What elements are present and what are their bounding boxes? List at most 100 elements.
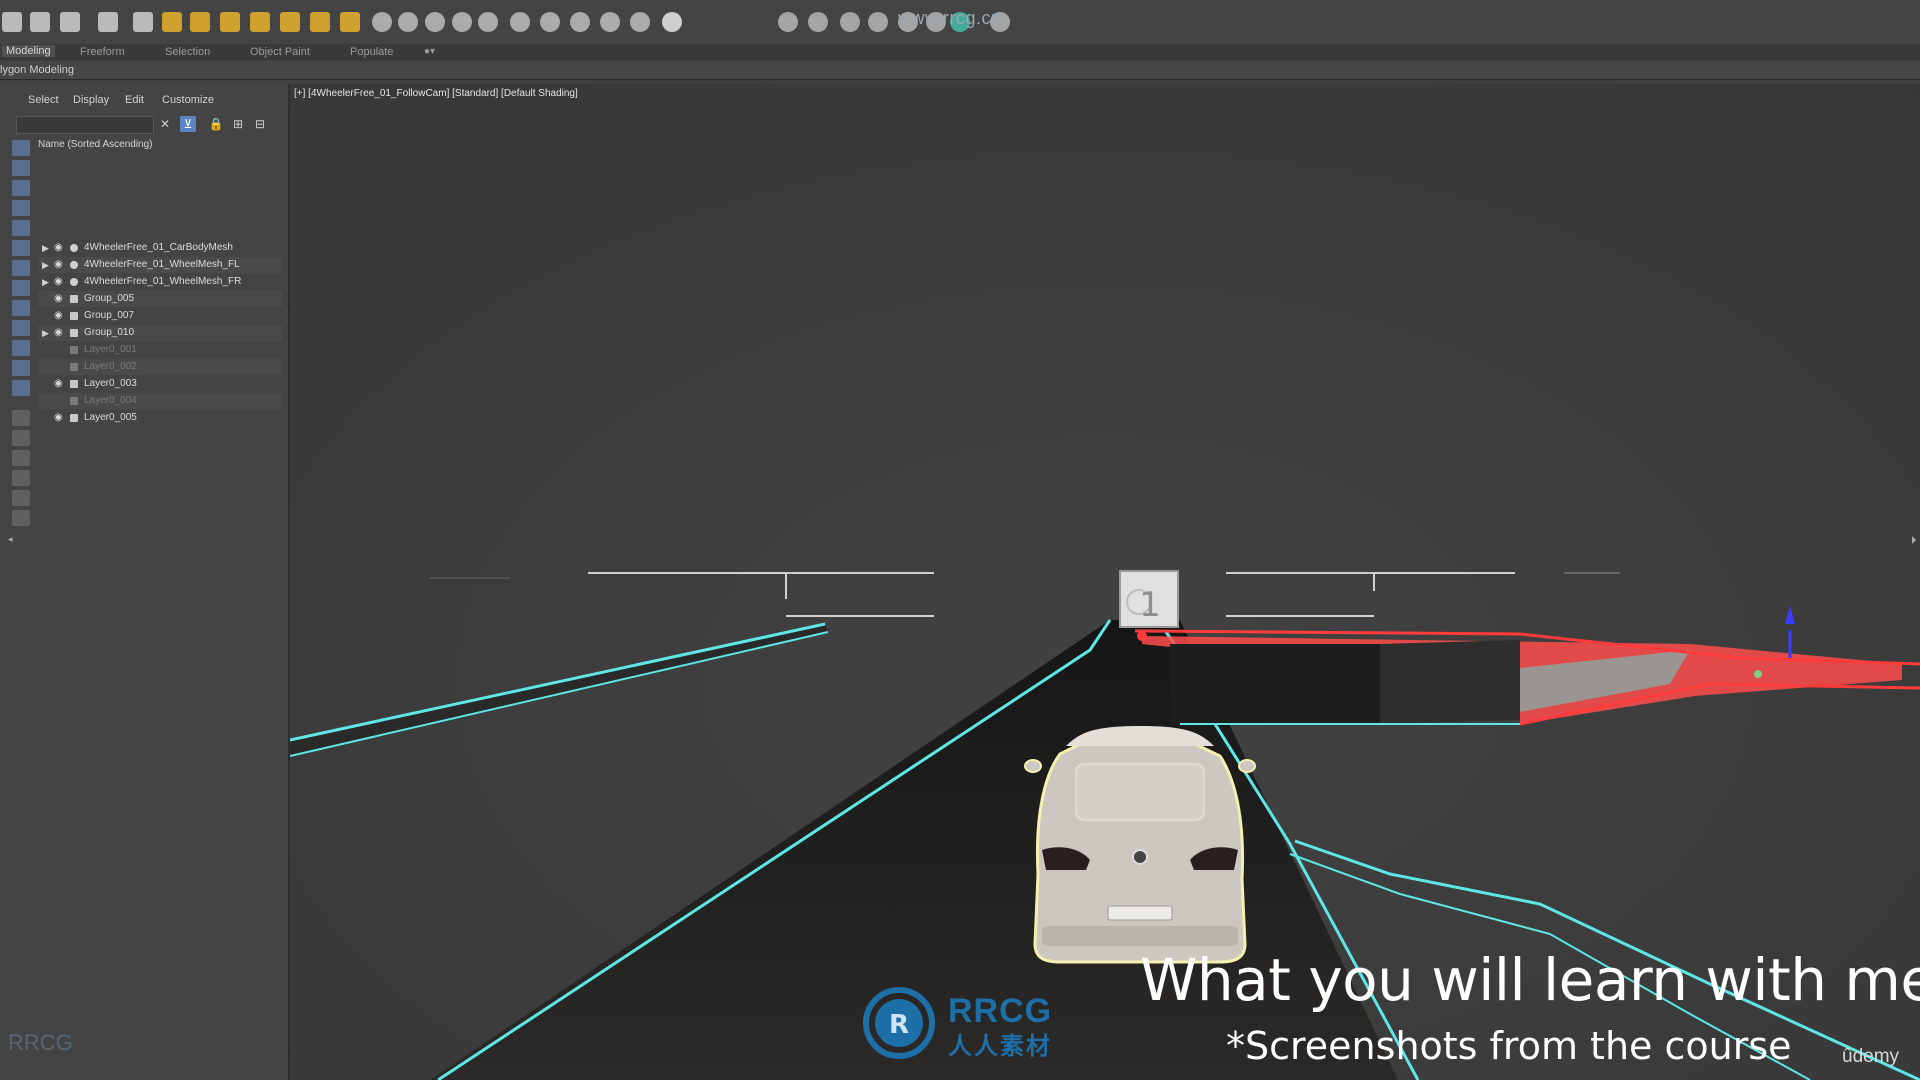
display-cameras-icon[interactable]	[12, 200, 30, 216]
visibility-eye-icon[interactable]: ◉	[54, 291, 63, 307]
environment-icon[interactable]	[452, 12, 472, 32]
effects-icon[interactable]	[478, 12, 498, 32]
tree-item[interactable]: Layer0_001	[38, 342, 282, 358]
tree-item[interactable]: Layer0_004	[38, 393, 282, 409]
display-none-icon[interactable]	[12, 410, 30, 426]
tree-item[interactable]: ▶ ◉ 4WheelerFree_01_WheelMesh_FL	[38, 257, 282, 273]
clear-search-icon[interactable]: ✕	[157, 116, 173, 132]
display-hidden-icon[interactable]	[12, 360, 30, 376]
visibility-eye-icon[interactable]: ◉	[54, 376, 63, 392]
expand-arrow-icon[interactable]: ▶	[42, 274, 49, 290]
spacewarp-icon[interactable]	[280, 12, 300, 32]
select-object-icon[interactable]	[2, 12, 22, 32]
hierarchy-icon[interactable]: ⊞	[230, 116, 246, 132]
tree-item[interactable]: ◉ Group_007	[38, 308, 282, 324]
scene-explorer-icon[interactable]	[98, 12, 118, 32]
display-helpers-icon[interactable]	[12, 220, 30, 236]
render-setup-icon[interactable]	[133, 12, 153, 32]
invert-icon[interactable]	[12, 430, 30, 446]
render-frame-icon[interactable]	[398, 12, 418, 32]
visibility-eye-icon[interactable]: ◉	[54, 257, 63, 273]
menu-edit[interactable]: Edit	[125, 94, 144, 106]
visibility-eye-icon[interactable]: ◉	[54, 274, 63, 290]
sphere-icon[interactable]	[220, 12, 240, 32]
teapot-icon[interactable]	[600, 12, 620, 32]
active-shade-icon[interactable]	[808, 12, 828, 32]
tree-item[interactable]: ◉ Layer0_005	[38, 410, 282, 426]
visibility-eye-icon[interactable]: ◉	[54, 240, 63, 256]
material-icon[interactable]	[570, 12, 590, 32]
tab-modeling[interactable]: Modeling	[2, 45, 55, 57]
viewport-label[interactable]: [+] [4WheelerFree_01_FollowCam] [Standar…	[294, 88, 578, 99]
expand-arrow-icon[interactable]: ▶	[42, 257, 49, 273]
tab-populate[interactable]: Populate	[350, 46, 393, 58]
display-all-icon[interactable]	[12, 380, 30, 396]
menu-display[interactable]: Display	[73, 94, 109, 106]
filter-icon-2[interactable]	[12, 490, 30, 506]
display-bones-icon[interactable]	[12, 300, 30, 316]
expand-arrow-icon[interactable]: ▶	[42, 240, 49, 256]
slate-icon[interactable]	[868, 12, 888, 32]
ribbon-options-icon[interactable]: ●▾	[424, 46, 435, 57]
playblast-icon[interactable]	[840, 12, 860, 32]
display-containers-icon[interactable]	[12, 320, 30, 336]
tab-selection[interactable]: Selection	[165, 46, 210, 58]
layer-icon[interactable]: ⊟	[252, 116, 268, 132]
tab-object-paint[interactable]: Object Paint	[250, 46, 310, 58]
menu-customize[interactable]: Customize	[162, 94, 214, 106]
tree-item[interactable]: ▶ ◉ 4WheelerFree_01_WheelMesh_FR	[38, 274, 282, 290]
filter-funnel-icon[interactable]	[12, 470, 30, 486]
tree-item-label: Layer0_002	[84, 361, 137, 372]
explorer-options-icon[interactable]	[12, 510, 30, 526]
shape-icon[interactable]	[190, 12, 210, 32]
ribbon-panel-title: lygon Modeling	[0, 64, 74, 76]
tree-item[interactable]: ▶ ◉ 4WheelerFree_01_CarBodyMesh	[38, 240, 282, 256]
tree-item[interactable]: ◉ Layer0_003	[38, 376, 282, 392]
quick-render-icon[interactable]	[425, 12, 445, 32]
rrcg-logo-icon: R	[863, 987, 935, 1059]
group-object-icon	[70, 329, 78, 337]
light-icon[interactable]	[162, 12, 182, 32]
helper-icon[interactable]	[250, 12, 270, 32]
display-lights-icon[interactable]	[12, 180, 30, 196]
sun-icon[interactable]	[340, 12, 360, 32]
tree-item[interactable]: ▶ ◉ Group_010	[38, 325, 282, 341]
car-model[interactable]	[1024, 726, 1256, 964]
tab-freeform[interactable]: Freeform	[80, 46, 125, 58]
group-object-icon	[70, 397, 78, 405]
display-spacewarps-icon[interactable]	[12, 240, 30, 256]
search-input[interactable]	[16, 116, 154, 134]
settings-icon[interactable]	[630, 12, 650, 32]
material-editor-icon[interactable]	[372, 12, 392, 32]
lock-icon[interactable]: 🔒	[208, 116, 224, 132]
filter-icon[interactable]: ⊻	[180, 116, 196, 132]
schematic-icon[interactable]	[540, 12, 560, 32]
display-frozen-icon[interactable]	[12, 340, 30, 356]
display-xrefs-icon[interactable]	[12, 280, 30, 296]
visibility-eye-icon[interactable]: ◉	[54, 308, 63, 324]
panel-collapse-icon[interactable]: ◂	[8, 534, 13, 545]
tree-item[interactable]: Layer0_002	[38, 359, 282, 375]
display-groups-icon[interactable]	[12, 260, 30, 276]
viewport-render-icon[interactable]	[778, 12, 798, 32]
layer-explorer-icon[interactable]	[60, 12, 80, 32]
tree-item-label: Layer0_001	[84, 344, 137, 355]
expand-arrow-icon[interactable]: ▶	[42, 325, 49, 341]
display-shapes-icon[interactable]	[12, 160, 30, 176]
systems-icon[interactable]	[310, 12, 330, 32]
select-children-icon[interactable]	[12, 450, 30, 466]
column-header-name[interactable]: Name (Sorted Ascending)	[38, 139, 153, 150]
visibility-eye-icon[interactable]: ◉	[54, 410, 63, 426]
tree-item[interactable]: ◉ Group_005	[38, 291, 282, 307]
curve-editor-icon[interactable]	[510, 12, 530, 32]
check-icon[interactable]	[662, 12, 682, 32]
viewport[interactable]: [+] [4WheelerFree_01_FollowCam] [Standar…	[290, 84, 1920, 1080]
select-by-name-icon[interactable]	[30, 12, 50, 32]
visibility-eye-icon[interactable]: ◉	[54, 325, 63, 341]
display-geometry-icon[interactable]	[12, 140, 30, 156]
tree-item-label: 4WheelerFree_01_WheelMesh_FL	[84, 259, 240, 270]
tree-item-label: Group_010	[84, 327, 135, 338]
menu-select[interactable]: Select	[28, 94, 59, 106]
scene-explorer: Select Display Edit Customize ✕ ⊻ 🔒 ⊞ ⊟ …	[0, 84, 290, 1080]
viewport-scene[interactable]: 1	[290, 84, 1920, 1080]
